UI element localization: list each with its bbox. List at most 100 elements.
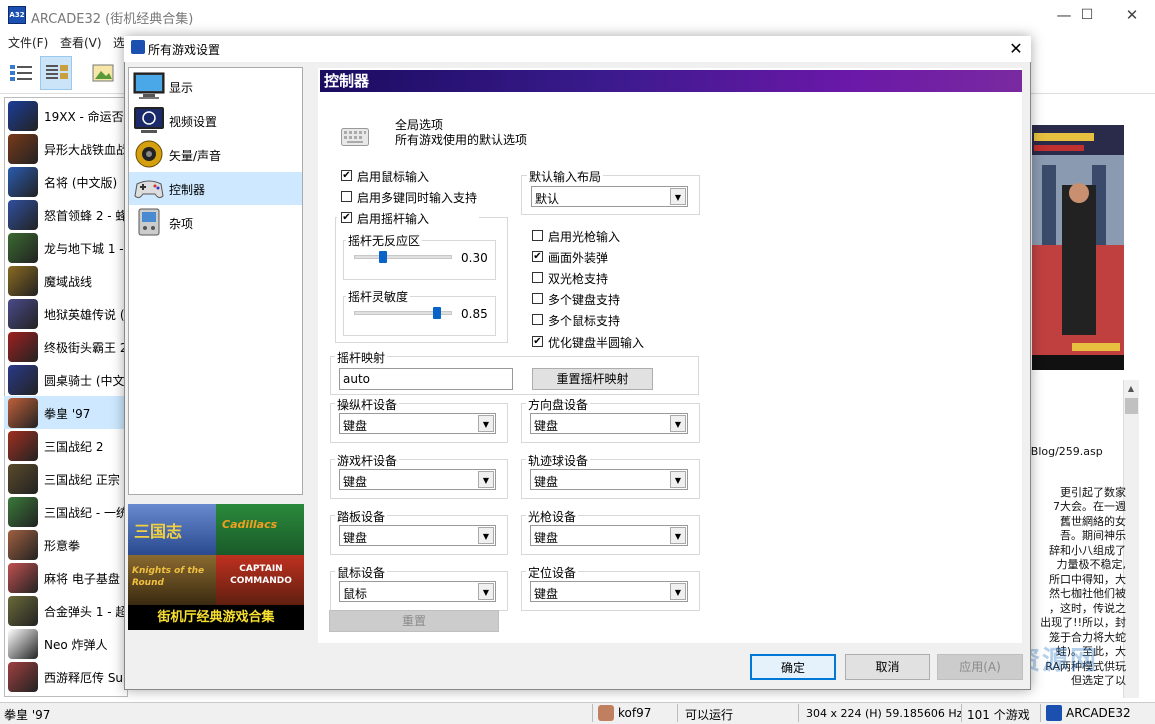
default-layout-select[interactable]: 默认 ▼ — [531, 186, 688, 207]
game-avatar-icon — [8, 464, 38, 494]
deadzone-slider-thumb[interactable] — [379, 251, 388, 263]
game-avatar-icon — [8, 167, 38, 197]
game-name: 怒首领蜂 2 - 蜂 — [44, 209, 128, 223]
game-list-item[interactable]: 龙与地下城 1 - — [4, 231, 124, 264]
ok-button[interactable]: 确定 — [750, 654, 836, 680]
game-avatar-icon — [8, 365, 38, 395]
status-separator — [592, 704, 593, 722]
game-name: 西游释厄传 Su — [44, 671, 124, 685]
multikey-label[interactable]: 启用多键同时输入支持 — [357, 189, 477, 206]
game-avatar-icon — [8, 629, 38, 659]
deadzone-value: 0.30 — [461, 251, 488, 265]
wheel-device-select[interactable]: 键盘 ▼ — [530, 413, 688, 434]
mouse-input-checkbox[interactable]: ✔ — [341, 170, 352, 181]
deadzone-slider[interactable] — [354, 255, 452, 259]
lightgun-device-label: 光枪设备 — [526, 508, 579, 525]
cancel-button[interactable]: 取消 — [845, 654, 930, 680]
game-list-item[interactable]: 三国战纪 2 — [4, 429, 124, 462]
game-list-item[interactable]: 名将 (中文版) — [4, 165, 124, 198]
positional-device-select[interactable]: 键盘 ▼ — [530, 581, 688, 602]
joystick-input-checkbox[interactable]: ✔ — [341, 212, 352, 223]
list-view-small-button[interactable] — [40, 56, 72, 90]
game-list-item[interactable]: 魔域战线 — [4, 264, 124, 297]
banner-tile: CAPTAIN COMMANDO — [216, 555, 304, 605]
reset-button[interactable]: 重置 — [329, 610, 499, 632]
reset-joymap-button[interactable]: 重置摇杆映射 — [532, 368, 653, 390]
dialog-close-button[interactable]: ✕ — [1003, 37, 1029, 61]
joystick-device-value: 键盘 — [343, 419, 368, 433]
wheel-device-value: 键盘 — [534, 419, 559, 433]
game-avatar-icon — [8, 497, 38, 527]
joystick-input-label[interactable]: 启用摇杆输入 — [357, 210, 429, 227]
game-name: 三国战纪 2 — [44, 440, 104, 454]
game-list-item[interactable]: 圆桌骑士 (中文 — [4, 363, 125, 396]
steadykey-checkbox[interactable]: ✔ — [532, 336, 543, 347]
banner-caption: 街机厅经典游戏合集 — [128, 605, 304, 630]
game-list-item[interactable]: 19XX - 命运否决 — [4, 99, 136, 132]
steadykey-label[interactable]: 优化键盘半圆输入 — [548, 334, 644, 351]
offscreen-reload-checkbox[interactable]: ✔ — [532, 251, 543, 262]
menu-view[interactable]: 查看(V) — [60, 34, 102, 51]
history-line: 辞和小八组成了 — [1049, 543, 1126, 557]
list-view-large-button[interactable] — [4, 56, 36, 90]
game-avatar-icon — [8, 596, 38, 626]
nav-item[interactable]: 显示 — [129, 70, 302, 103]
game-list-item[interactable]: 合金弹头 1 - 超 — [4, 594, 127, 627]
dual-lightgun-checkbox[interactable] — [532, 272, 543, 283]
multi-keyboard-label[interactable]: 多个键盘支持 — [548, 291, 620, 308]
nav-item[interactable]: 视频设置 — [129, 104, 302, 137]
multi-mouse-checkbox[interactable] — [532, 314, 543, 325]
multi-keyboard-checkbox[interactable] — [532, 293, 543, 304]
dual-lightgun-label[interactable]: 双光枪支持 — [548, 270, 608, 287]
mouse-device-select[interactable]: 鼠标 ▼ — [339, 581, 496, 602]
screenshot-view-button[interactable] — [86, 56, 118, 90]
game-list-item[interactable]: 三国战纪 - 一统 — [4, 495, 128, 528]
offscreen-reload-label[interactable]: 画面外装弹 — [548, 249, 608, 266]
dialog-title-bar — [124, 36, 1031, 62]
joystick-device-label: 操纵杆设备 — [335, 396, 400, 413]
game-list-item[interactable]: 终极街头霸王 2 — [4, 330, 128, 363]
game-list-item[interactable]: 异形大战铁血战 — [4, 132, 128, 165]
joymap-input[interactable]: auto — [339, 368, 513, 390]
lightgun-checkbox[interactable] — [532, 230, 543, 241]
game-list-item[interactable]: 西游释厄传 Su — [4, 660, 124, 693]
trackball-device-value: 键盘 — [534, 475, 559, 489]
status-game: 拳皇 '97 — [4, 708, 51, 722]
game-list-item[interactable]: 怒首领蜂 2 - 蜂 — [4, 198, 128, 231]
menu-file[interactable]: 文件(F) — [8, 34, 48, 51]
nav-item[interactable]: 杂项 — [129, 206, 302, 239]
toolbar-extra-button[interactable] — [116, 56, 124, 90]
game-name: 终极街头霸王 2 — [44, 341, 128, 355]
game-list-item[interactable]: 形意拳 — [4, 528, 124, 561]
multikey-checkbox[interactable] — [341, 191, 352, 202]
positional-device-value: 键盘 — [534, 587, 559, 601]
maximize-button[interactable]: ☐ — [1064, 0, 1110, 31]
deadzone-label: 摇杆无反应区 — [346, 232, 423, 249]
game-list-item[interactable]: 拳皇 '97 — [4, 396, 124, 429]
nav-item[interactable]: 矢量/声音 — [129, 138, 302, 171]
apply-button[interactable]: 应用(A) — [937, 654, 1023, 680]
lightgun-label[interactable]: 启用光枪输入 — [548, 228, 620, 245]
game-avatar-icon — [8, 299, 38, 329]
joystick-device-select[interactable]: 键盘 ▼ — [339, 413, 496, 434]
stick-device-select[interactable]: 键盘 ▼ — [339, 469, 496, 490]
banner-tile-label: Knights of the Round — [132, 566, 205, 588]
nav-item[interactable]: 控制器 — [129, 172, 302, 205]
game-list-item[interactable]: 地狱英雄传说 ( — [4, 297, 125, 330]
game-list-item[interactable]: 麻将 电子基盘 — [4, 561, 124, 594]
saturation-slider-thumb[interactable] — [433, 307, 442, 319]
game-name: 地狱英雄传说 ( — [44, 308, 125, 322]
mouse-input-label[interactable]: 启用鼠标输入 — [357, 168, 429, 185]
dialog-app-icon — [131, 40, 145, 54]
game-list-item[interactable]: 三国战纪 正宗 — [4, 462, 124, 495]
banner-tile-label: 三国志 — [134, 522, 183, 541]
trackball-device-select[interactable]: 键盘 ▼ — [530, 469, 688, 490]
lightgun-device-select[interactable]: 键盘 ▼ — [530, 525, 688, 546]
game-list-item[interactable]: Neo 炸弹人 — [4, 627, 124, 660]
multi-mouse-label[interactable]: 多个鼠标支持 — [548, 312, 620, 329]
pedal-device-select[interactable]: 键盘 ▼ — [339, 525, 496, 546]
game-name: 三国战纪 正宗 — [44, 473, 120, 487]
gamepad-icon — [133, 174, 165, 202]
status-count: 101 个游戏 — [967, 708, 1030, 722]
close-window-button[interactable]: ✕ — [1109, 0, 1155, 31]
